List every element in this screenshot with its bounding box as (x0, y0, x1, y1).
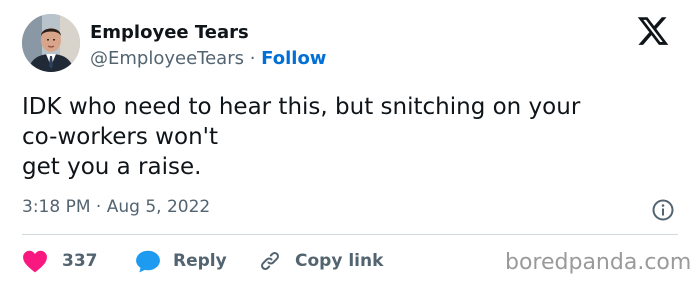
link-icon (258, 249, 282, 273)
tweet-text: IDK who need to hear this, but snitching… (22, 92, 672, 182)
divider (22, 234, 678, 235)
separator-dot: · (249, 48, 256, 69)
tweet-time: 3:18 PM (22, 197, 91, 217)
author-handle[interactable]: @EmployeeTears (90, 48, 244, 69)
timestamp[interactable]: 3:18 PM · Aug 5, 2022 (22, 197, 210, 217)
x-logo-icon[interactable] (636, 14, 670, 48)
tweet-text-line: co-workers won't (22, 124, 218, 150)
reply-label: Reply (173, 251, 227, 271)
tweet-date: Aug 5, 2022 (106, 197, 211, 217)
author-name[interactable]: Employee Tears (90, 22, 249, 43)
like-count: 337 (62, 251, 98, 271)
copy-link-label: Copy link (295, 251, 384, 271)
follow-button[interactable]: Follow (261, 48, 326, 69)
copy-link-button[interactable]: Copy link (258, 247, 383, 275)
heart-icon (22, 249, 48, 273)
like-button[interactable]: 337 (22, 247, 98, 275)
tweet-text-line: get you a raise. (22, 154, 202, 180)
separator-dot: · (95, 197, 102, 217)
tweet-text-line: IDK who need to hear this, but snitching… (22, 94, 581, 120)
info-icon[interactable] (651, 198, 675, 222)
speech-bubble-icon (135, 249, 161, 273)
avatar[interactable] (22, 14, 80, 72)
reply-button[interactable]: Reply (135, 247, 227, 275)
handle-row: @EmployeeTears · Follow (90, 48, 326, 69)
watermark: boredpanda.com (505, 250, 692, 275)
